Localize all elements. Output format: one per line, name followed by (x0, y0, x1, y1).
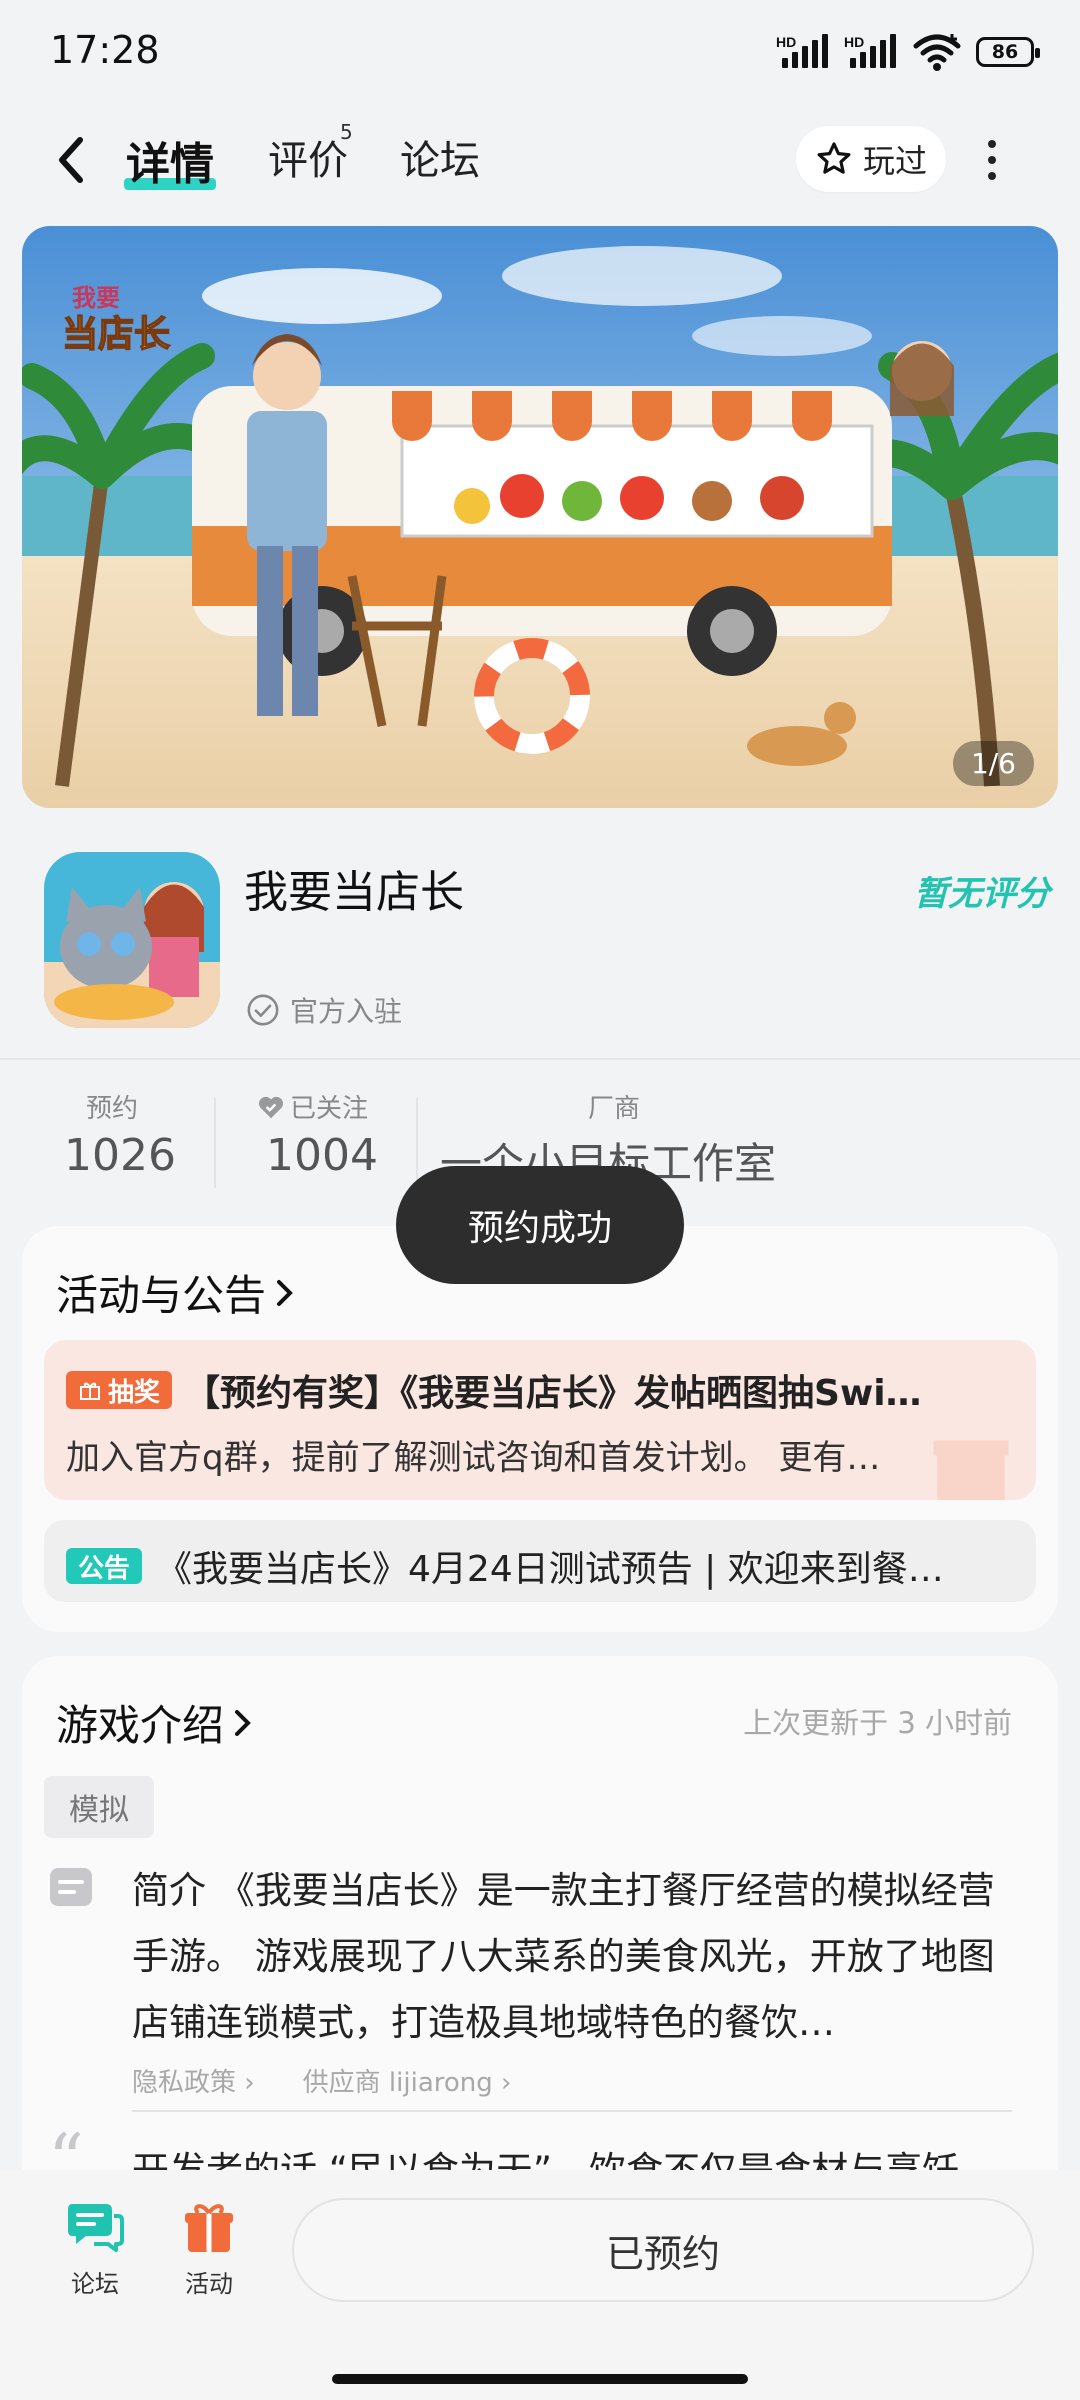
intro-header[interactable]: 游戏介绍 (56, 1692, 254, 1753)
reserve-label: 预约 (86, 1094, 139, 1124)
forum-chat-icon (68, 2204, 124, 2252)
notice-title: 《我要当店长》4月24日测试预告 | 欢迎来到餐… (156, 1549, 944, 1590)
privacy-policy-link[interactable]: 隐私政策 › (132, 2062, 255, 2099)
tab-forum[interactable]: 论坛 (400, 128, 480, 186)
banner-logo-bottom: 当店长 (62, 314, 170, 355)
status-icons: HD HD 86 (776, 32, 1040, 72)
back-arrow-icon[interactable] (52, 130, 92, 190)
follow-label-wrap: 已关注 (256, 1088, 368, 1125)
banner-image: 我要 当店长 (22, 226, 1058, 808)
chevron-right-icon (277, 1279, 293, 1306)
follow-label: 已关注 (290, 1094, 369, 1124)
tab-reviews[interactable]: 评价 (268, 128, 348, 186)
banner-page-counter: 1/6 (952, 741, 1034, 786)
heart-check-icon (258, 1096, 284, 1118)
app-icon (44, 852, 220, 1028)
intro-links: 隐私政策 › 供应商 lijiarong › (132, 2062, 511, 2099)
star-icon (817, 142, 851, 174)
gift-icon (80, 1382, 100, 1400)
activity-item-lottery[interactable]: 抽奖 【预约有奖】《我要当店长》发帖晒图抽Swi… 加入官方q群，提前了解测试咨… (44, 1340, 1036, 1500)
intro-title: 游戏介绍 (56, 1701, 225, 1750)
forum-nav-label: 论坛 (71, 2270, 119, 2298)
toast-message: 预约成功 (396, 1166, 684, 1284)
official-badge: 官方入驻 (246, 990, 402, 1030)
more-options-icon[interactable] (986, 140, 998, 180)
banner-carousel[interactable]: 我要 当店长 1/6 (22, 226, 1058, 808)
supplier-link[interactable]: 供应商 lijiarong › (303, 2062, 512, 2099)
divider (0, 1058, 1080, 1060)
rating-status: 暂无评分 (914, 874, 1050, 914)
activities-header[interactable]: 活动与公告 (56, 1262, 296, 1323)
activity-nav-label: 活动 (185, 2270, 233, 2298)
lottery-tag: 抽奖 (66, 1371, 173, 1409)
status-time: 17:28 (50, 28, 160, 72)
activities-title: 活动与公告 (56, 1271, 267, 1320)
activity-item-notice[interactable]: 公告 《我要当店长》4月24日测试预告 | 欢迎来到餐… (44, 1520, 1036, 1602)
vendor-label: 厂商 (588, 1094, 641, 1124)
reserved-button[interactable]: 已预约 (292, 2198, 1034, 2302)
forum-nav-button[interactable]: 论坛 (66, 2200, 124, 2299)
wifi-icon (913, 34, 961, 71)
intro-description[interactable]: 简介 《我要当店长》是一款主打餐厅经营的模拟经营手游。 游戏展现了八大菜系的美食… (132, 1858, 1012, 2056)
banner-logo-top: 我要 (72, 284, 120, 312)
battery-icon: 86 (976, 37, 1040, 67)
tab-details[interactable]: 详情 (126, 128, 214, 192)
lottery-desc: 加入官方q群，提前了解测试咨询和首发计划。 更有… (66, 1438, 881, 1478)
intro-updated: 上次更新于 3 小时前 (743, 1706, 1012, 1740)
follow-count: 1004 (266, 1130, 378, 1181)
notice-tag: 公告 (66, 1548, 143, 1584)
app-name: 我要当店长 (244, 867, 464, 918)
chevron-right-icon (235, 1709, 251, 1736)
gift-watermark-icon (933, 1440, 1009, 1500)
reviews-count-badge: 5 (340, 120, 353, 144)
divider (132, 2110, 1012, 2112)
stat-divider (416, 1098, 418, 1188)
genre-chip[interactable]: 模拟 (44, 1776, 154, 1838)
lottery-tag-label: 抽奖 (108, 1377, 161, 1408)
stat-divider (214, 1098, 216, 1188)
lottery-title: 【预约有奖】《我要当店长》发帖晒图抽Swi… (184, 1373, 922, 1414)
document-icon (50, 1868, 92, 1906)
home-indicator[interactable] (332, 2374, 748, 2384)
activity-nav-button[interactable]: 活动 (182, 2200, 236, 2299)
signal-1-icon: HD (776, 32, 830, 72)
gift-box-icon (185, 2204, 233, 2252)
signal-2-icon: HD (844, 32, 898, 72)
official-label: 官方入驻 (290, 995, 403, 1028)
check-circle-icon (247, 994, 279, 1026)
played-label: 玩过 (862, 142, 927, 180)
played-button[interactable]: 玩过 (796, 126, 946, 192)
reserve-count: 1026 (64, 1130, 176, 1181)
